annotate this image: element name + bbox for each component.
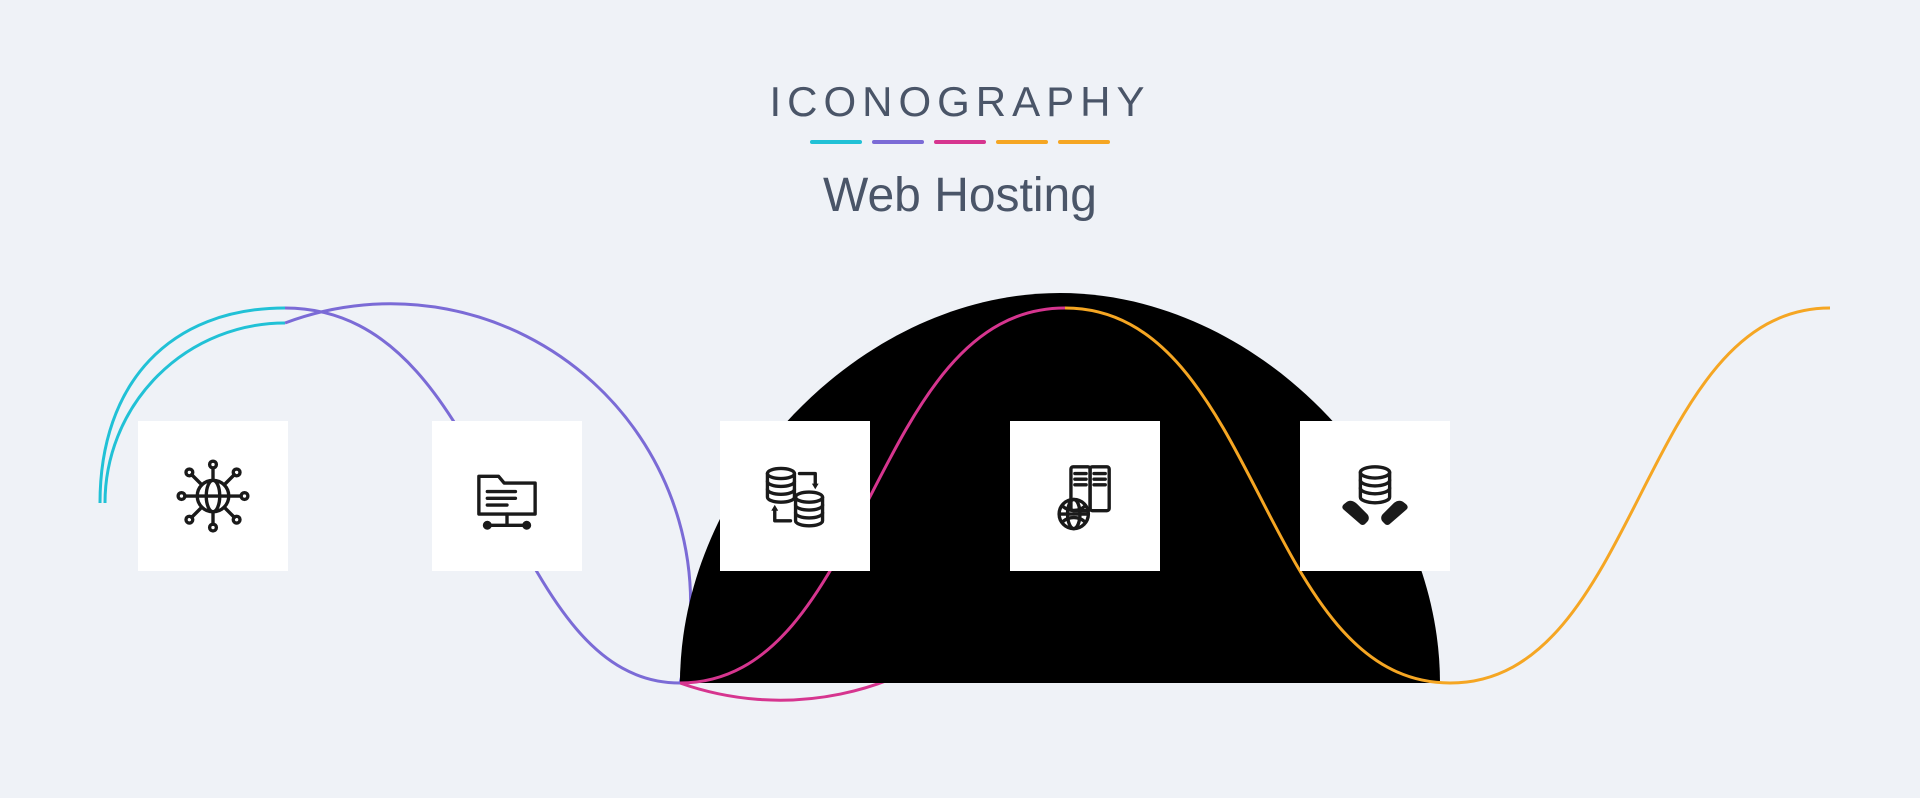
folder-share-icon (462, 451, 552, 541)
color-underline (0, 140, 1920, 144)
database-sync-icon (750, 451, 840, 541)
dash-magenta (934, 140, 986, 144)
dash-orange (996, 140, 1048, 144)
icon-tile-database-care[interactable] (1300, 421, 1450, 571)
icon-tile-folder-share[interactable] (432, 421, 582, 571)
icon-tile-global-server[interactable] (1010, 421, 1160, 571)
wave-path-main (0, 253, 1920, 773)
dash-orange-2 (1058, 140, 1110, 144)
dash-purple (872, 140, 924, 144)
database-care-icon (1330, 451, 1420, 541)
icon-tile-database-sync[interactable] (720, 421, 870, 571)
subtitle: Web Hosting (0, 168, 1920, 223)
icon-tile-globe-network[interactable] (138, 421, 288, 571)
dash-cyan (810, 140, 862, 144)
globe-network-icon (168, 451, 258, 541)
header: ICONOGRAPHY Web Hosting (0, 0, 1920, 223)
brand-title: ICONOGRAPHY (0, 78, 1920, 126)
global-server-icon (1040, 451, 1130, 541)
icon-canvas (0, 253, 1920, 773)
